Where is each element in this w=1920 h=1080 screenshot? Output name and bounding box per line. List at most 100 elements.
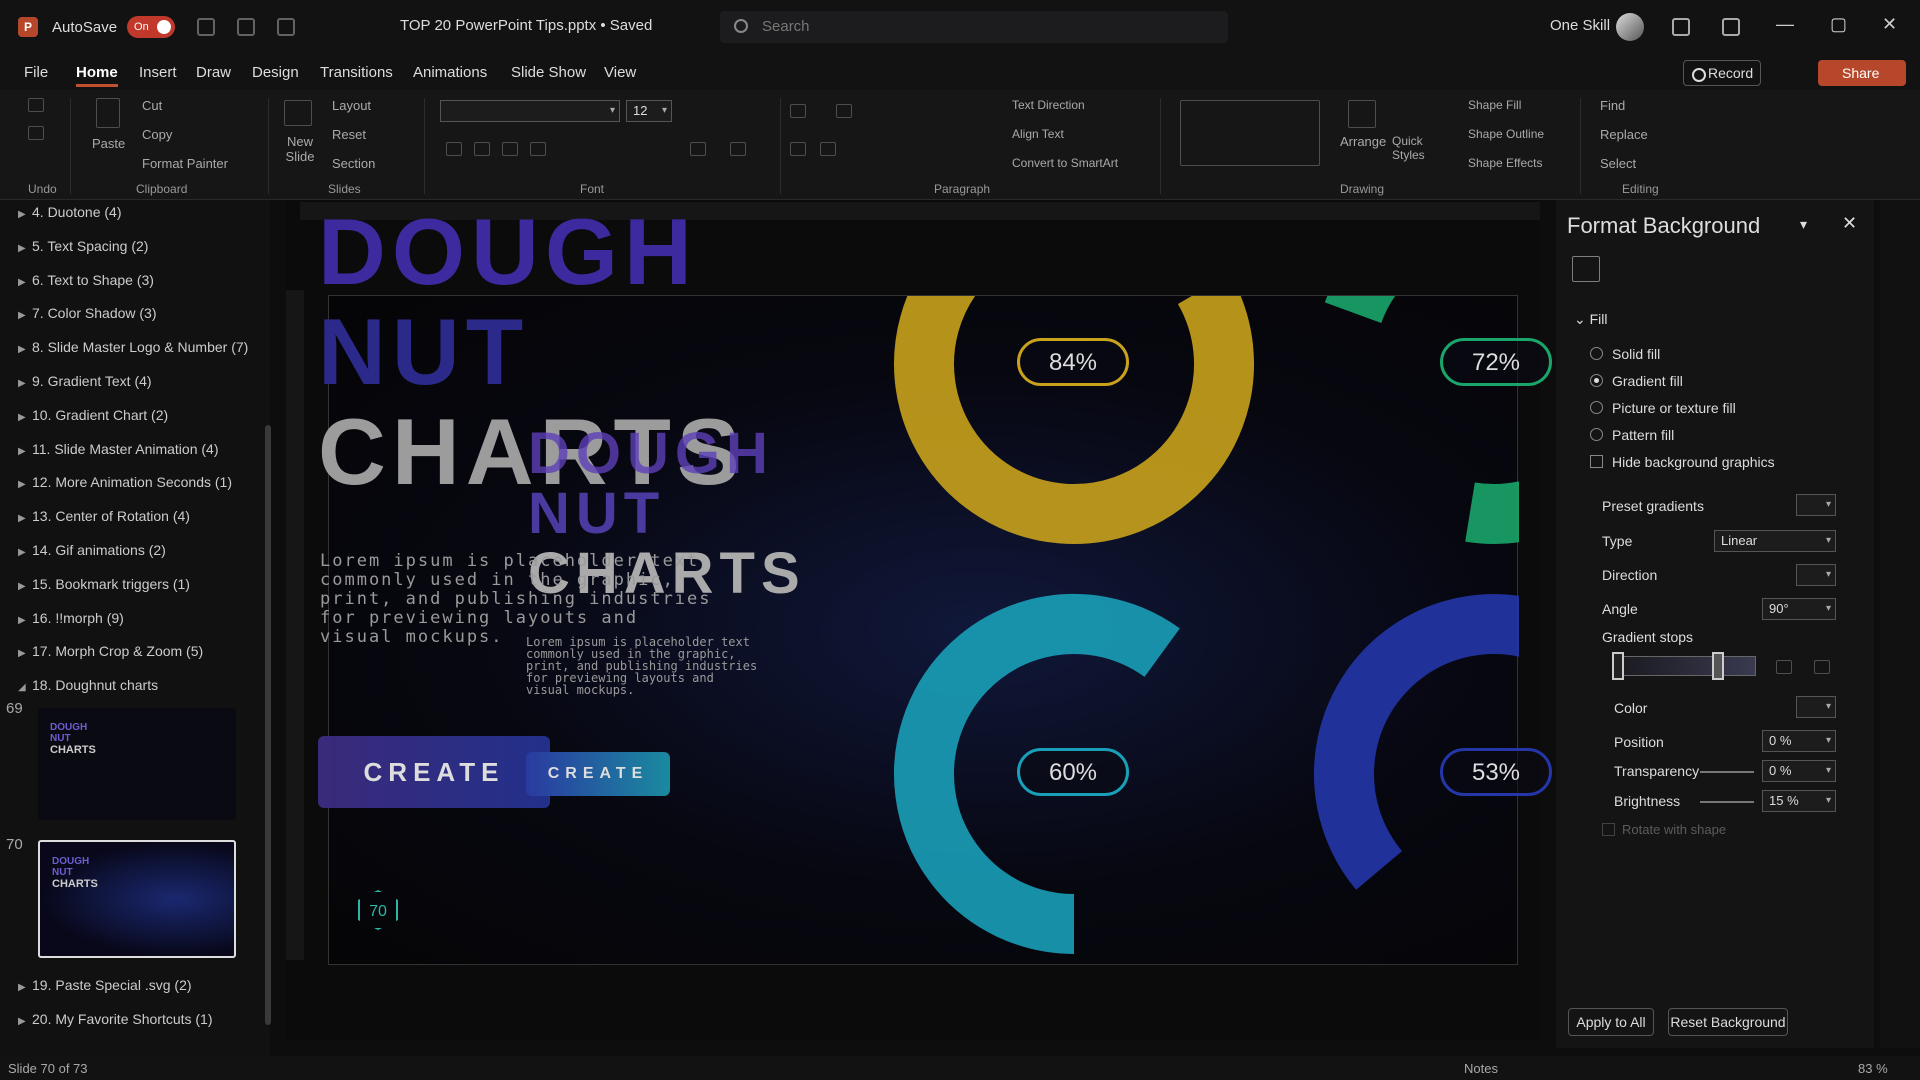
quick-styles-button[interactable]: Quick Styles [1392, 134, 1432, 162]
doughnut-arc-1[interactable] [1324, 296, 1519, 544]
new-slide-icon[interactable] [284, 100, 312, 126]
tab-file[interactable]: File [24, 64, 48, 81]
paste-button[interactable]: Paste [92, 136, 125, 151]
outline-item[interactable]: ▶ 14. Gif animations (2) [18, 542, 166, 558]
avatar[interactable] [1616, 13, 1644, 41]
tab-view[interactable]: View [604, 64, 636, 81]
picture-fill-label[interactable]: Picture or texture fill [1612, 400, 1736, 416]
type-dropdown[interactable]: Linear [1714, 530, 1836, 552]
apply-to-all-button[interactable]: Apply to All [1568, 1008, 1654, 1036]
fill-section-header[interactable]: ⌄ Fill [1574, 311, 1608, 328]
align-center-icon[interactable] [820, 142, 836, 156]
create-button-large[interactable]: CREATE [318, 736, 550, 808]
brightness-slider[interactable] [1700, 801, 1754, 803]
redo-icon[interactable] [277, 18, 296, 36]
search-box[interactable]: Search [720, 11, 1228, 43]
outline-item[interactable]: ▶ 10. Gradient Chart (2) [18, 407, 168, 423]
close-button[interactable]: ✕ [1882, 14, 1897, 35]
autosave-toggle[interactable]: On [127, 16, 176, 38]
diamond-icon[interactable] [1672, 18, 1690, 36]
outline-scrollbar[interactable] [265, 425, 271, 1025]
shape-effects-button[interactable]: Shape Effects [1468, 156, 1543, 170]
gradient-stop-handle-2[interactable] [1712, 652, 1724, 680]
redo-icon[interactable] [28, 126, 44, 140]
font-size-dropdown[interactable]: 12 [626, 100, 672, 122]
outline-item[interactable]: ▶ 5. Text Spacing (2) [18, 238, 148, 254]
outline-item[interactable]: ▶ 12. More Animation Seconds (1) [18, 474, 232, 490]
chart-label-84[interactable]: 84% [1017, 338, 1129, 386]
underline-icon[interactable] [502, 142, 518, 156]
outline-item[interactable]: ▶ 16. !!morph (9) [18, 610, 124, 626]
highlight-icon[interactable] [690, 142, 706, 156]
layout-button[interactable]: Layout [332, 98, 371, 113]
outline-item[interactable]: ◢ 18. Doughnut charts [18, 677, 158, 693]
pattern-fill-radio[interactable] [1590, 428, 1603, 441]
tab-insert[interactable]: Insert [139, 64, 177, 81]
remove-stop-icon[interactable] [1814, 660, 1830, 674]
document-title[interactable]: TOP 20 PowerPoint Tips.pptx • Saved [400, 17, 652, 34]
pen-icon[interactable] [1722, 18, 1740, 36]
arrange-icon[interactable] [1348, 100, 1376, 128]
gradient-fill-radio[interactable] [1590, 374, 1603, 387]
slide-title-line1[interactable]: DOUGH [318, 198, 698, 306]
numbering-icon[interactable] [836, 104, 852, 118]
outline-item[interactable]: ▶ 15. Bookmark triggers (1) [18, 576, 190, 592]
italic-icon[interactable] [474, 142, 490, 156]
doughnut-arc-0[interactable] [894, 296, 1254, 544]
maximize-button[interactable]: ▢ [1830, 14, 1847, 35]
outline-item[interactable]: ▶ 13. Center of Rotation (4) [18, 508, 190, 524]
lorem-small-text[interactable]: Lorem ipsum is placeholder text commonly… [526, 636, 757, 696]
section-button[interactable]: Section [332, 156, 375, 171]
angle-spinner[interactable]: 90° [1762, 598, 1836, 620]
outline-item[interactable]: ▶ 6. Text to Shape (3) [18, 272, 154, 288]
convert-smartart-button[interactable]: Convert to SmartArt [1012, 156, 1118, 170]
outline-item[interactable]: ▶ 19. Paste Special .svg (2) [18, 977, 192, 993]
outline-item[interactable]: ▶ 4. Duotone (4) [18, 204, 122, 220]
tab-draw[interactable]: Draw [196, 64, 231, 81]
slide-title-line2[interactable]: NUT [318, 298, 529, 406]
outline-item[interactable]: ▶ 11. Slide Master Animation (4) [18, 441, 219, 457]
undo-icon[interactable] [28, 98, 44, 112]
outline-item[interactable]: ▶ 7. Color Shadow (3) [18, 305, 157, 321]
tab-transitions[interactable]: Transitions [320, 64, 393, 81]
new-slide-button[interactable]: New Slide [280, 134, 320, 164]
find-button[interactable]: Find [1600, 98, 1625, 113]
close-icon[interactable]: ✕ [1842, 213, 1857, 234]
brightness-spinner[interactable]: 15 % [1762, 790, 1836, 812]
share-button[interactable]: Share [1818, 60, 1906, 86]
replace-button[interactable]: Replace [1600, 127, 1648, 142]
hide-bg-label[interactable]: Hide background graphics [1612, 454, 1775, 470]
preset-gradients-dropdown[interactable] [1796, 494, 1836, 516]
reset-button[interactable]: Reset [332, 127, 366, 142]
cut-button[interactable]: Cut [142, 98, 162, 113]
slide-thumbnail-70[interactable]: DOUGH NUT CHARTS [38, 840, 236, 958]
user-name[interactable]: One Skill [1550, 17, 1610, 34]
outline-item[interactable]: ▶ 20. My Favorite Shortcuts (1) [18, 1011, 213, 1027]
shape-fill-button[interactable]: Shape Fill [1468, 98, 1521, 112]
align-left-icon[interactable] [790, 142, 806, 156]
gradient-stop-handle-1[interactable] [1612, 652, 1624, 680]
outline-item[interactable]: ▶ 17. Morph Crop & Zoom (5) [18, 643, 203, 659]
pane-options-icon[interactable]: ▾ [1800, 216, 1807, 233]
tab-design[interactable]: Design [252, 64, 299, 81]
tab-animations[interactable]: Animations [413, 64, 487, 81]
strikethrough-icon[interactable] [530, 142, 546, 156]
text-direction-button[interactable]: Text Direction [1012, 98, 1085, 112]
chart-label-72[interactable]: 72% [1440, 338, 1552, 386]
transparency-slider[interactable] [1700, 771, 1754, 773]
slide-thumbnail-69[interactable]: DOUGH NUT CHARTS [38, 708, 236, 820]
lorem-big-text[interactable]: Lorem ipsum is placeholder text commonly… [320, 552, 712, 647]
paste-icon[interactable] [96, 98, 120, 128]
notes-button[interactable]: Notes [1464, 1061, 1498, 1076]
select-button[interactable]: Select [1600, 156, 1636, 171]
outline-item[interactable]: ▶ 9. Gradient Text (4) [18, 373, 152, 389]
minimize-button[interactable]: — [1776, 14, 1794, 35]
transparency-spinner[interactable]: 0 % [1762, 760, 1836, 782]
chart-label-53[interactable]: 53% [1440, 748, 1552, 796]
bold-icon[interactable] [446, 142, 462, 156]
zoom-level[interactable]: 83 % [1858, 1061, 1888, 1076]
create-button-small[interactable]: CREATE [526, 752, 670, 796]
record-button[interactable]: Record [1683, 60, 1761, 86]
direction-dropdown[interactable] [1796, 564, 1836, 586]
shape-outline-button[interactable]: Shape Outline [1468, 127, 1544, 141]
